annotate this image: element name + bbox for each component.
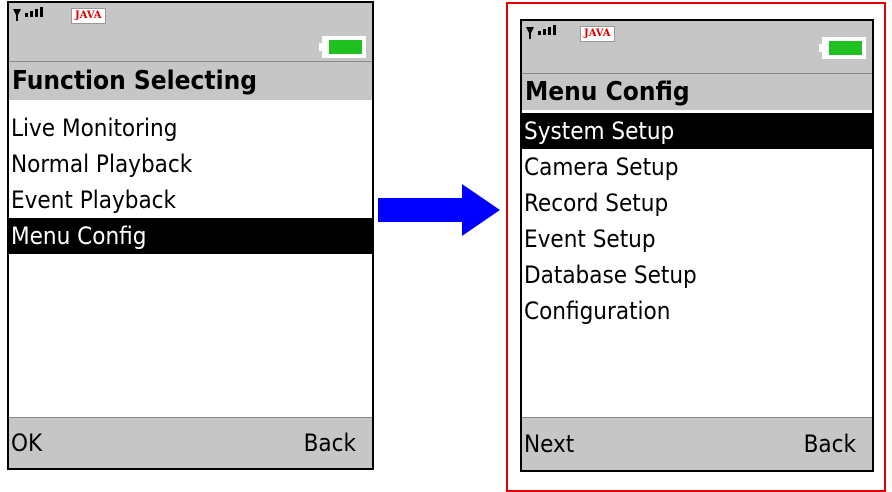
right-phone-screen: JAVA Menu Config System Setup Camera Set…	[520, 19, 874, 472]
menu-item-record-setup[interactable]: Record Setup	[522, 185, 872, 221]
screen-title: Function Selecting	[9, 61, 372, 100]
softkey-bar: Next Back	[522, 417, 872, 470]
menu-item-live-monitoring[interactable]: Live Monitoring	[9, 110, 372, 146]
menu-item-menu-config[interactable]: Menu Config	[9, 218, 372, 254]
back-softkey[interactable]: Back	[804, 418, 856, 470]
ok-softkey[interactable]: OK	[11, 418, 42, 468]
menu-item-configuration[interactable]: Configuration	[522, 293, 872, 329]
status-bar: JAVA	[9, 3, 372, 61]
menu-item-database-setup[interactable]: Database Setup	[522, 257, 872, 293]
softkey-bar: OK Back	[9, 417, 372, 468]
java-logo-icon: JAVA	[71, 8, 106, 24]
back-softkey[interactable]: Back	[304, 418, 356, 468]
signal-strength-icon	[13, 7, 43, 21]
menu-item-normal-playback[interactable]: Normal Playback	[9, 146, 372, 182]
screen-title: Menu Config	[522, 73, 872, 110]
status-bar: JAVA	[522, 21, 872, 73]
java-logo-icon: JAVA	[580, 26, 615, 42]
battery-full-icon	[319, 36, 366, 58]
config-menu: System Setup Camera Setup Record Setup E…	[522, 113, 872, 329]
arrow-right-icon	[378, 184, 500, 236]
function-menu: Live Monitoring Normal Playback Event Pl…	[9, 110, 372, 254]
battery-full-icon	[819, 37, 866, 59]
menu-item-event-playback[interactable]: Event Playback	[9, 182, 372, 218]
next-softkey[interactable]: Next	[524, 418, 574, 470]
menu-item-event-setup[interactable]: Event Setup	[522, 221, 872, 257]
menu-item-camera-setup[interactable]: Camera Setup	[522, 149, 872, 185]
menu-item-system-setup[interactable]: System Setup	[522, 113, 872, 149]
left-phone-screen: JAVA Function Selecting Live Monitoring …	[7, 1, 374, 470]
signal-strength-icon	[526, 25, 556, 39]
